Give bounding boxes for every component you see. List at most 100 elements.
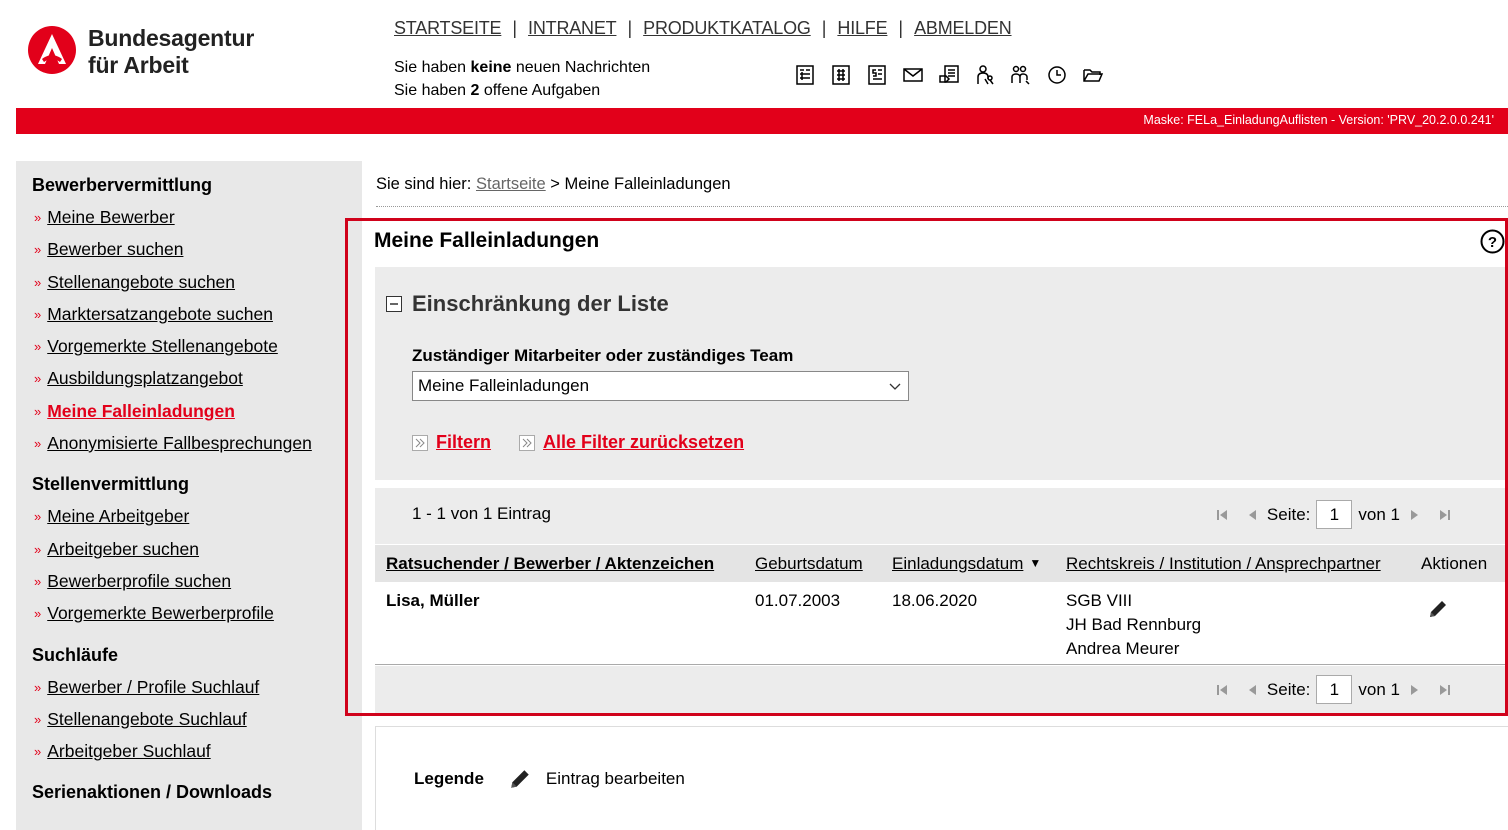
logo-line-1: Bundesagentur <box>88 25 255 51</box>
sidebar-item-bewerber-suchen[interactable]: » Bewerber suchen <box>32 234 362 266</box>
form-alt-icon[interactable] <box>829 63 853 87</box>
bullet-icon: » <box>34 371 42 387</box>
next-page-icon[interactable] <box>1409 684 1421 696</box>
pager: Seite: von 1 <box>1207 500 1460 529</box>
form-icon[interactable] <box>793 63 817 87</box>
person-search-icon[interactable] <box>973 63 997 87</box>
bullet-icon: » <box>34 679 42 695</box>
tasks-line: Sie haben 2 offene Aufgaben <box>394 82 601 99</box>
col-aktionen: Aktionen <box>1421 554 1488 573</box>
first-page-icon[interactable] <box>1216 509 1228 521</box>
bullet-icon: » <box>34 711 42 727</box>
nav-hilfe[interactable]: HILFE <box>837 18 887 39</box>
sort-descending-icon: ▼ <box>1029 556 1042 570</box>
pager: Seite: von 1 <box>1207 675 1460 704</box>
sidebar-section-title: Suchläufe <box>32 644 119 665</box>
team-select[interactable]: Meine Falleinladungen <box>412 371 909 401</box>
pagination-top: 1 - 1 von 1 Eintrag Seite: von 1 <box>375 488 1508 544</box>
logo-line-2: für Arbeit <box>88 52 189 78</box>
svg-text:?: ? <box>1488 234 1497 251</box>
double-arrow-icon <box>412 434 428 451</box>
sidebar-section-title: Serienaktionen / Downloads <box>32 782 273 803</box>
cell-name: Lisa, Müller <box>386 591 480 610</box>
clock-icon[interactable] <box>1045 63 1069 87</box>
toolbar-icons <box>793 63 1105 87</box>
sidebar-item-meine-falleinladungen[interactable]: » Meine Falleinladungen <box>32 396 362 428</box>
cell-institution: JH Bad Rennburg <box>1066 615 1202 634</box>
nav-intranet[interactable]: INTRANET <box>528 18 617 39</box>
form-s-icon[interactable] <box>865 63 889 87</box>
previous-page-icon[interactable] <box>1246 684 1258 696</box>
edit-pencil-icon[interactable] <box>1427 598 1449 620</box>
logo-text: Bundesagentur für Arbeit <box>88 25 254 79</box>
filter-button[interactable]: Filtern <box>412 432 491 453</box>
next-page-icon[interactable] <box>1409 509 1421 521</box>
legend-edit-label: Eintrag bearbeiten <box>545 769 685 788</box>
bullet-icon: » <box>34 210 42 225</box>
cell-contact: Andrea Meurer <box>1066 639 1180 658</box>
sidebar-item-meine-bewerber[interactable]: » Meine Bewerber <box>32 202 362 234</box>
sidebar-item-anonymisierte-fallbesprechungen[interactable]: » Anonymisierte Fallbesprechungen <box>32 428 362 460</box>
help-icon[interactable]: ? <box>1480 229 1505 254</box>
sidebar-item-vorgemerkte-bewerberprofile[interactable]: » Vorgemerkte Bewerberprofile <box>32 598 362 630</box>
page-label: Seite: <box>1266 679 1311 699</box>
sidebar-item-marktersatzangebote-suchen[interactable]: » Marktersatzangebote suchen <box>32 299 362 331</box>
sidebar-item-meine-arbeitgeber[interactable]: » Meine Arbeitgeber <box>32 501 362 533</box>
folder-open-icon[interactable] <box>1081 63 1105 87</box>
document-hand-icon[interactable] <box>937 63 961 87</box>
first-page-icon[interactable] <box>1216 684 1228 696</box>
cell-rechtskreis: SGB VIII JH Bad Rennburg Andrea Meurer <box>1066 589 1201 661</box>
nav-abmelden[interactable]: ABMELDEN <box>914 18 1012 39</box>
team-select-value: Meine Falleinladungen <box>418 376 590 395</box>
mask-version-info: Maske: FELa_EinladungAuflisten - Version… <box>1143 113 1494 127</box>
collapse-icon[interactable] <box>386 296 402 312</box>
cell-legal: SGB VIII <box>1066 591 1133 610</box>
messages-line: Sie haben keine neuen Nachrichten <box>394 59 651 76</box>
breadcrumb-startseite-link[interactable]: Startseite <box>476 175 546 193</box>
col-einladungsdatum[interactable]: Einladungsdatum ▼ <box>892 554 1041 574</box>
legend-title: Legende <box>414 769 484 788</box>
bullet-icon: » <box>34 274 42 290</box>
last-page-icon[interactable] <box>1439 684 1451 696</box>
mail-icon[interactable] <box>901 63 925 87</box>
bullet-icon: » <box>34 744 42 760</box>
previous-page-icon[interactable] <box>1246 509 1258 521</box>
nav-produktkatalog[interactable]: PRODUKTKATALOG <box>643 18 811 39</box>
bullet-icon: » <box>34 306 42 322</box>
sidebar-item-arbeitgeber-suchlauf[interactable]: » Arbeitgeber Suchlauf <box>32 736 362 768</box>
chevron-down-icon <box>889 383 901 390</box>
sidebar-section-title: Bewerbervermittlung <box>32 175 213 195</box>
filter-panel-header[interactable]: Einschränkung der Liste <box>386 291 669 317</box>
bullet-icon: » <box>34 606 42 622</box>
page-number-input[interactable] <box>1316 500 1353 529</box>
last-page-icon[interactable] <box>1439 509 1451 521</box>
cell-birthdate: 01.07.2003 <box>755 591 841 610</box>
sidebar-item-vorgemerkte-stellenangebote[interactable]: » Vorgemerkte Stellenangebote <box>32 331 362 363</box>
people-search-icon[interactable] <box>1009 63 1033 87</box>
filter-actions: Filtern Alle Filter zurücksetzen <box>412 432 772 453</box>
page-total: von 1 <box>1358 679 1400 699</box>
sidebar-item-arbeitgeber-suchen[interactable]: » Arbeitgeber suchen <box>32 534 362 566</box>
sidebar-item-stellenangebote-suchlauf[interactable]: » Stellenangebote Suchlauf <box>32 704 362 736</box>
sidebar-item-bewerber-profile-suchlauf[interactable]: » Bewerber / Profile Suchlauf <box>32 672 362 704</box>
double-arrow-icon <box>519 434 536 451</box>
page-number-input[interactable] <box>1316 675 1353 704</box>
sidebar-item-bewerberprofile-suchen[interactable]: » Bewerberprofile suchen <box>32 566 362 598</box>
reset-filters-button[interactable]: Alle Filter zurücksetzen <box>519 432 744 453</box>
header-red-bar: Maske: FELa_EinladungAuflisten - Version… <box>16 108 1508 134</box>
col-rechtskreis[interactable]: Rechtskreis / Institution / Ansprechpart… <box>1066 554 1381 574</box>
filter-heading: Einschränkung der Liste <box>412 291 669 316</box>
sidebar-section-title: Stellenvermittlung <box>32 474 190 495</box>
bullet-icon: » <box>34 339 42 355</box>
col-geburtsdatum[interactable]: Geburtsdatum <box>755 554 863 574</box>
bullet-icon: » <box>34 436 42 452</box>
ba-logo-icon <box>28 26 76 74</box>
filter-panel: Einschränkung der Liste Zuständiger Mita… <box>375 267 1508 480</box>
messages-status: Sie haben keine neuen Nachrichten Sie ha… <box>394 56 650 102</box>
edit-pencil-icon <box>511 770 529 788</box>
sidebar-item-stellenangebote-suchen[interactable]: » Stellenangebote suchen <box>32 267 362 299</box>
nav-startseite[interactable]: STARTSEITE <box>394 18 502 39</box>
col-ratsuchender[interactable]: Ratsuchender / Bewerber / Aktenzeichen <box>386 554 714 574</box>
filter-label: Zuständiger Mitarbeiter oder zuständiges… <box>412 346 794 365</box>
sidebar-item-ausbildungsplatzangebot[interactable]: » Ausbildungsplatzangebot <box>32 363 362 395</box>
